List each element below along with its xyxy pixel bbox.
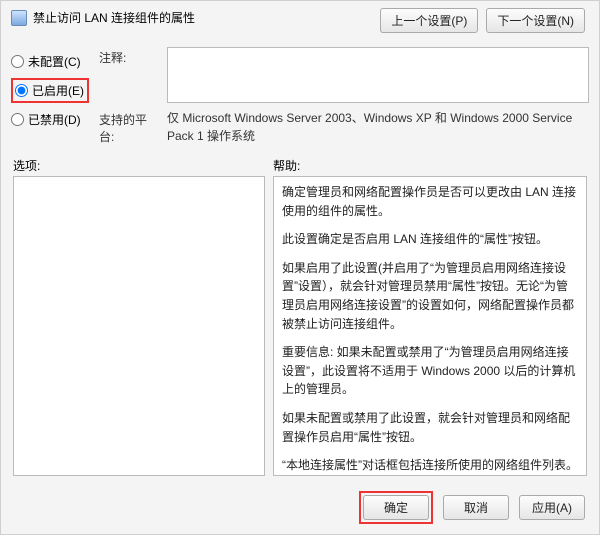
help-p2: 此设置确定是否启用 LAN 连接组件的“属性”按钮。: [282, 230, 578, 249]
radio-disabled[interactable]: 已禁用(D): [11, 111, 89, 128]
apply-button[interactable]: 应用(A): [519, 495, 585, 520]
radio-enabled-input[interactable]: [15, 84, 28, 97]
radio-not-configured[interactable]: 未配置(C): [11, 53, 89, 70]
comment-input[interactable]: [167, 47, 589, 103]
radio-not-configured-label: 未配置(C): [28, 53, 81, 70]
config-area: 未配置(C) 已启用(E) 已禁用(D) 注释: 支持的平台: 仅 Micros…: [1, 41, 599, 149]
highlight-enabled: 已启用(E): [11, 78, 89, 103]
help-p4: 重要信息: 如果未配置或禁用了“为管理员启用网络连接设置”，此设置将不适用于 W…: [282, 343, 578, 399]
cancel-button[interactable]: 取消: [443, 495, 509, 520]
comment-row: 注释:: [99, 47, 589, 103]
help-panel[interactable]: 确定管理员和网络配置操作员是否可以更改由 LAN 连接使用的组件的属性。 此设置…: [273, 176, 587, 476]
ok-button[interactable]: 确定: [363, 495, 429, 520]
radio-disabled-input[interactable]: [11, 113, 24, 126]
state-radio-group: 未配置(C) 已启用(E) 已禁用(D): [11, 47, 89, 145]
fields-col: 注释: 支持的平台: 仅 Microsoft Windows Server 20…: [99, 47, 589, 145]
dialog-window: 禁止访问 LAN 连接组件的属性 上一个设置(P) 下一个设置(N) 未配置(C…: [0, 0, 600, 535]
platform-label: 支持的平台:: [99, 109, 161, 145]
options-panel: [13, 176, 265, 476]
radio-enabled-label: 已启用(E): [32, 82, 84, 99]
highlight-ok: 确定: [359, 491, 433, 524]
next-setting-button[interactable]: 下一个设置(N): [486, 8, 585, 33]
dialog-title: 禁止访问 LAN 连接组件的属性: [33, 9, 195, 26]
comment-label: 注释:: [99, 47, 161, 103]
policy-icon: [11, 10, 27, 26]
radio-disabled-label: 已禁用(D): [28, 111, 81, 128]
help-p3: 如果启用了此设置(并启用了“为管理员启用网络连接设置”设置），就会针对管理员禁用…: [282, 259, 578, 333]
help-p1: 确定管理员和网络配置操作员是否可以更改由 LAN 连接使用的组件的属性。: [282, 183, 578, 220]
panels: 确定管理员和网络配置操作员是否可以更改由 LAN 连接使用的组件的属性。 此设置…: [1, 176, 599, 476]
platform-text: 仅 Microsoft Windows Server 2003、Windows …: [167, 109, 589, 145]
dialog-buttons: 确定 取消 应用(A): [359, 491, 585, 524]
help-p6: “本地连接属性”对话框包括连接所使用的网络组件列表。要查看或更改组件的属性，请单…: [282, 456, 578, 476]
section-labels: 选项: 帮助:: [1, 149, 599, 176]
radio-not-configured-input[interactable]: [11, 55, 24, 68]
options-label: 选项:: [13, 157, 273, 174]
prev-setting-button[interactable]: 上一个设置(P): [380, 8, 478, 33]
radio-enabled[interactable]: 已启用(E): [15, 82, 85, 99]
platform-row: 支持的平台: 仅 Microsoft Windows Server 2003、W…: [99, 109, 589, 145]
help-p5: 如果未配置或禁用了此设置，就会针对管理员和网络配置操作员启用“属性”按钮。: [282, 409, 578, 446]
help-label: 帮助:: [273, 157, 587, 174]
